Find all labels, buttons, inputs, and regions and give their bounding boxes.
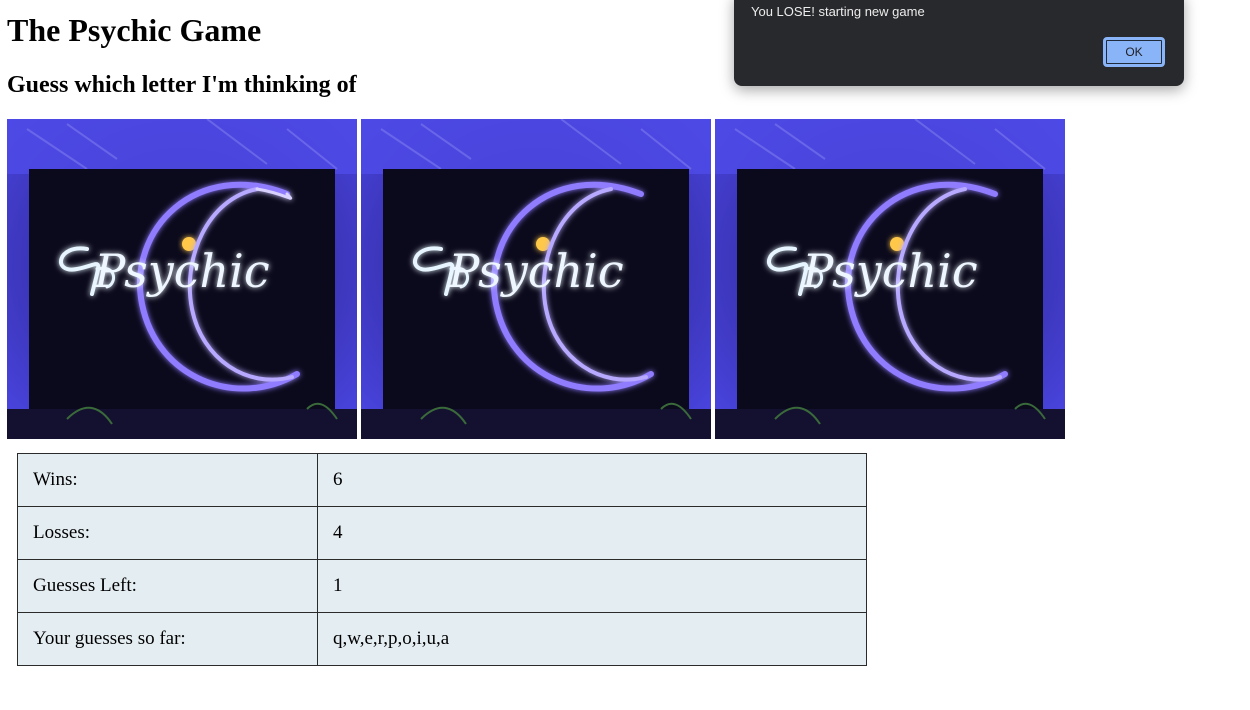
psychic-sign-text: Psychic: [447, 244, 623, 298]
alert-message: You LOSE! starting new game: [751, 4, 925, 19]
table-row-guesses-left: Guesses Left: 1: [17, 559, 867, 613]
alert-dialog: You LOSE! starting new game OK: [734, 0, 1184, 86]
psychic-neon-sign-image-2: Psychic: [361, 119, 711, 439]
psychic-neon-sign-image-3: Psychic: [715, 119, 1065, 439]
losses-label: Losses:: [17, 506, 318, 560]
page-title: The Psychic Game: [7, 12, 262, 48]
table-row-guesses-so-far: Your guesses so far: q,w,e,r,p,o,i,u,a: [17, 612, 867, 666]
page-subtitle: Guess which letter I'm thinking of: [7, 72, 357, 98]
table-row-wins: Wins: 6: [17, 453, 867, 507]
losses-value: 4: [317, 506, 867, 560]
psychic-image-row: Psychic Psychic Psychic: [7, 119, 1065, 439]
wins-label: Wins:: [17, 453, 318, 507]
table-row-losses: Losses: 4: [17, 506, 867, 560]
guesses-so-far-value: q,w,e,r,p,o,i,u,a: [317, 612, 867, 666]
wins-value: 6: [317, 453, 867, 507]
psychic-sign-text: Psychic: [801, 244, 977, 298]
guesses-left-value: 1: [317, 559, 867, 613]
guesses-left-label: Guesses Left:: [17, 559, 318, 613]
psychic-neon-sign-image-1: Psychic: [7, 119, 357, 439]
page: The Psychic Game Guess which letter I'm …: [0, 0, 1250, 710]
ok-button[interactable]: OK: [1103, 37, 1165, 67]
scoreboard-table: Wins: 6 Losses: 4 Guesses Left: 1 Your g…: [17, 453, 867, 666]
guesses-so-far-label: Your guesses so far:: [17, 612, 318, 666]
psychic-sign-text: Psychic: [93, 244, 269, 298]
